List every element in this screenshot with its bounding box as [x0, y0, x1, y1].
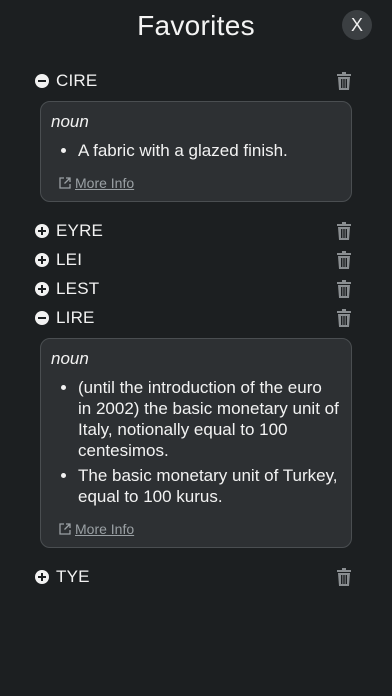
trash-icon[interactable] [336, 251, 352, 269]
plus-circle-icon[interactable] [35, 252, 49, 267]
favorites-list: CIRE noun A fabric with a glazed finish.… [35, 66, 355, 591]
word-label: LEST [56, 278, 100, 298]
minus-circle-icon[interactable] [35, 310, 49, 325]
part-of-speech: noun [51, 349, 89, 368]
list-item[interactable]: EYRE [35, 216, 355, 245]
definition-card: noun A fabric with a glazed finish. More… [40, 101, 352, 202]
part-of-speech: noun [51, 112, 89, 131]
word-label: LIRE [56, 307, 95, 327]
list-item[interactable]: LIRE [35, 303, 355, 332]
word-label: CIRE [56, 70, 98, 90]
more-info-link[interactable]: More Info [59, 521, 339, 537]
list-item[interactable]: CIRE [35, 66, 355, 95]
header: Favorites X [0, 0, 392, 56]
definition-item: A fabric with a glazed finish. [78, 140, 339, 161]
close-button[interactable]: X [342, 10, 372, 40]
definition-list: A fabric with a glazed finish. [51, 140, 339, 161]
plus-circle-icon[interactable] [35, 223, 49, 238]
minus-circle-icon[interactable] [35, 73, 49, 88]
external-link-icon [59, 523, 71, 535]
trash-icon[interactable] [336, 280, 352, 298]
definition-item: The basic monetary unit of Turkey, equal… [78, 465, 339, 507]
plus-circle-icon[interactable] [35, 569, 49, 584]
definition-list: (until the introduction of the euro in 2… [51, 377, 339, 507]
external-link-icon [59, 177, 71, 189]
more-info-link[interactable]: More Info [59, 175, 339, 191]
word-label: TYE [56, 566, 90, 586]
definition-card: noun (until the introduction of the euro… [40, 338, 352, 548]
definition-item: (until the introduction of the euro in 2… [78, 377, 339, 461]
list-item[interactable]: LEI [35, 245, 355, 274]
trash-icon[interactable] [336, 72, 352, 90]
plus-circle-icon[interactable] [35, 281, 49, 296]
word-label: LEI [56, 249, 83, 269]
trash-icon[interactable] [336, 309, 352, 327]
list-item[interactable]: TYE [35, 562, 355, 591]
more-info-label: More Info [75, 175, 135, 191]
page-title: Favorites [137, 10, 255, 41]
list-item[interactable]: LEST [35, 274, 355, 303]
word-label: EYRE [56, 220, 104, 240]
trash-icon[interactable] [336, 222, 352, 240]
more-info-label: More Info [75, 521, 135, 537]
trash-icon[interactable] [336, 568, 352, 586]
